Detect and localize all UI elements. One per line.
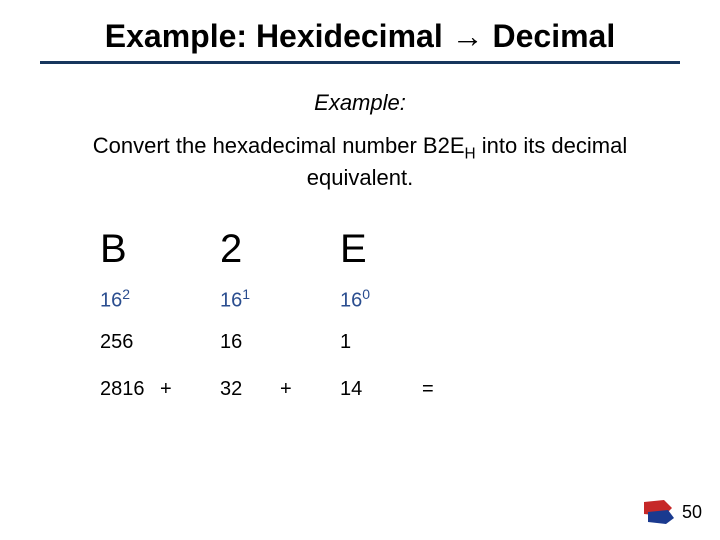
- digit-cell: 2: [220, 227, 340, 286]
- weights-row: 256 16 1: [100, 331, 460, 376]
- op-cell: +: [160, 376, 220, 401]
- product-cell: 14: [340, 376, 412, 401]
- products-row: 2816 + 32 + 14 =: [100, 376, 460, 401]
- pv-exp: 0: [362, 286, 370, 302]
- place-value-cell: 161: [220, 286, 340, 331]
- digits-row: B 2 E: [100, 227, 460, 286]
- slide: Example: Hexidecimal → Decimal Example: …: [0, 0, 720, 540]
- page-number: 50: [682, 502, 702, 523]
- place-value-cell: 160: [340, 286, 460, 331]
- digit-cell: E: [340, 227, 460, 286]
- title-rule: [40, 61, 680, 64]
- weight-cell: 16: [220, 331, 340, 376]
- product-cell: 32: [220, 376, 280, 401]
- page-title: Example: Hexidecimal → Decimal: [40, 18, 680, 61]
- digit-cell: B: [100, 227, 220, 286]
- example-label: Example:: [40, 90, 680, 116]
- instruction-pre: Convert the hexadecimal number B2E: [93, 133, 465, 158]
- place-value-row: 162 161 160: [100, 286, 460, 331]
- product-cell: 2816: [100, 376, 160, 401]
- op-cell: +: [280, 376, 340, 401]
- instruction-subscript: H: [465, 145, 476, 162]
- place-value-cell: 162: [100, 286, 220, 331]
- flag-icon: [642, 498, 676, 526]
- slide-footer: 50: [642, 498, 702, 526]
- equals-cell: =: [412, 376, 460, 401]
- instruction-text: Convert the hexadecimal number B2EH into…: [60, 132, 660, 193]
- conversion-table: B 2 E 162 161 160 256 16 1: [100, 227, 680, 401]
- pv-base: 16: [340, 290, 362, 312]
- pv-exp: 2: [122, 286, 130, 302]
- weight-cell: 1: [340, 331, 460, 376]
- pv-base: 16: [100, 290, 122, 312]
- pv-exp: 1: [242, 286, 250, 302]
- pv-base: 16: [220, 290, 242, 312]
- weight-cell: 256: [100, 331, 220, 376]
